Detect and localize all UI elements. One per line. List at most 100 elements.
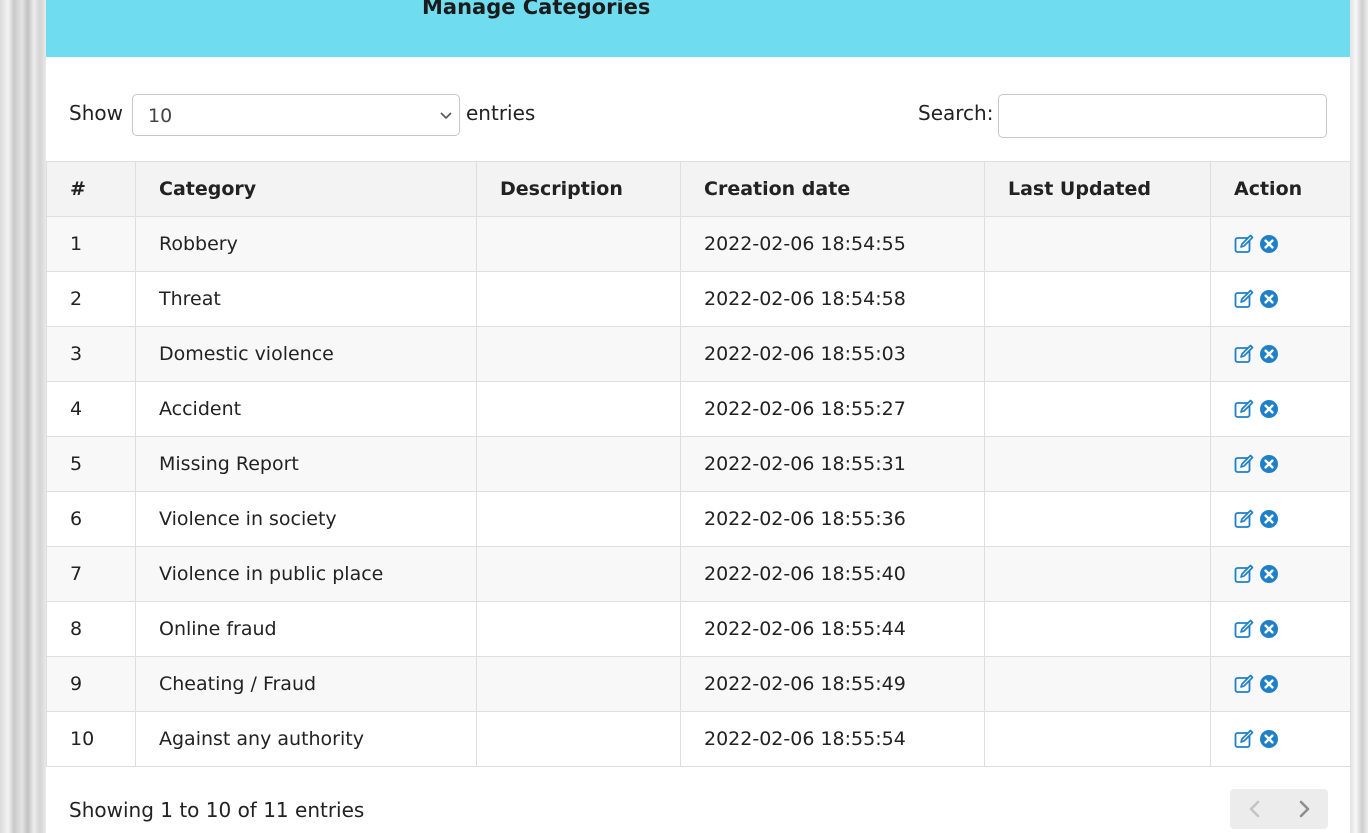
delete-icon[interactable] xyxy=(1259,344,1279,364)
row-number-cell: 2 xyxy=(46,271,136,327)
categories-panel: Manage Categories Show 10 entries Search… xyxy=(46,0,1351,833)
last-updated-cell xyxy=(984,216,1211,272)
action-cell xyxy=(1210,546,1351,602)
table-info: Showing 1 to 10 of 11 entries xyxy=(69,798,365,822)
row-actions xyxy=(1234,564,1350,584)
table-row: 3 Domestic violence 2022-02-06 18:55:03 xyxy=(46,326,1351,382)
creation-date-cell: 2022-02-06 18:55:44 xyxy=(680,601,985,657)
table-row: 10 Against any authority 2022-02-06 18:55:… xyxy=(46,711,1351,767)
category-cell: Violence in public place xyxy=(135,546,477,602)
edit-icon[interactable] xyxy=(1234,289,1254,309)
entries-per-page-select[interactable]: 10 xyxy=(132,94,460,136)
action-cell xyxy=(1210,656,1351,712)
creation-date-cell: 2022-02-06 18:55:54 xyxy=(680,711,985,767)
entries-per-page-value: 10 xyxy=(148,105,173,127)
window-frame-left xyxy=(0,0,46,833)
panel-header: Manage Categories xyxy=(46,0,1350,57)
column-header-last-updated[interactable]: Last Updated xyxy=(984,161,1211,217)
delete-icon[interactable] xyxy=(1259,454,1279,474)
category-cell: Online fraud xyxy=(135,601,477,657)
creation-date-cell: 2022-02-06 18:55:27 xyxy=(680,381,985,437)
category-cell: Against any authority xyxy=(135,711,477,767)
table-row: 7 Violence in public place 2022-02-06 18:5… xyxy=(46,546,1351,602)
last-updated-cell xyxy=(984,436,1211,492)
delete-icon[interactable] xyxy=(1259,289,1279,309)
creation-date-cell: 2022-02-06 18:54:55 xyxy=(680,216,985,272)
delete-icon[interactable] xyxy=(1259,674,1279,694)
page-title: Manage Categories xyxy=(422,0,651,19)
row-number-cell: 5 xyxy=(46,436,136,492)
edit-icon[interactable] xyxy=(1234,399,1254,419)
row-actions xyxy=(1234,399,1350,419)
description-cell xyxy=(476,656,681,712)
creation-date-cell: 2022-02-06 18:55:03 xyxy=(680,326,985,382)
show-label: Show xyxy=(69,101,123,125)
category-cell: Domestic violence xyxy=(135,326,477,382)
edit-icon[interactable] xyxy=(1234,509,1254,529)
creation-date-cell: 2022-02-06 18:55:31 xyxy=(680,436,985,492)
row-actions xyxy=(1234,454,1350,474)
row-number-cell: 7 xyxy=(46,546,136,602)
row-number-cell: 1 xyxy=(46,216,136,272)
delete-icon[interactable] xyxy=(1259,509,1279,529)
edit-icon[interactable] xyxy=(1234,619,1254,639)
row-number-cell: 9 xyxy=(46,656,136,712)
previous-page-button[interactable] xyxy=(1230,789,1279,829)
action-cell xyxy=(1210,601,1351,657)
last-updated-cell xyxy=(984,326,1211,382)
description-cell xyxy=(476,381,681,437)
edit-icon[interactable] xyxy=(1234,729,1254,749)
description-cell xyxy=(476,711,681,767)
category-cell: Missing Report xyxy=(135,436,477,492)
delete-icon[interactable] xyxy=(1259,234,1279,254)
search-label: Search: xyxy=(918,101,994,125)
edit-icon[interactable] xyxy=(1234,344,1254,364)
chevron-left-icon xyxy=(1249,800,1259,818)
row-actions xyxy=(1234,234,1350,254)
table-row: 6 Violence in society 2022-02-06 18:55:36 xyxy=(46,491,1351,547)
row-actions xyxy=(1234,619,1350,639)
table-row: 9 Cheating / Fraud 2022-02-06 18:55:49 xyxy=(46,656,1351,712)
edit-icon[interactable] xyxy=(1234,234,1254,254)
entries-label: entries xyxy=(466,101,536,125)
edit-icon[interactable] xyxy=(1234,454,1254,474)
column-header-description[interactable]: Description xyxy=(476,161,681,217)
column-header-action: Action xyxy=(1210,161,1351,217)
edit-icon[interactable] xyxy=(1234,674,1254,694)
row-actions xyxy=(1234,729,1350,749)
next-page-button[interactable] xyxy=(1279,789,1328,829)
row-actions xyxy=(1234,344,1350,364)
description-cell xyxy=(476,491,681,547)
description-cell xyxy=(476,216,681,272)
action-cell xyxy=(1210,381,1351,437)
delete-icon[interactable] xyxy=(1259,729,1279,749)
table-row: 8 Online fraud 2022-02-06 18:55:44 xyxy=(46,601,1351,657)
description-cell xyxy=(476,436,681,492)
row-number-cell: 6 xyxy=(46,491,136,547)
column-header-number[interactable]: # xyxy=(46,161,136,217)
description-cell xyxy=(476,601,681,657)
chevron-down-icon xyxy=(440,112,452,120)
pagination xyxy=(1230,789,1328,829)
last-updated-cell xyxy=(984,656,1211,712)
last-updated-cell xyxy=(984,381,1211,437)
search-input[interactable] xyxy=(998,94,1327,138)
delete-icon[interactable] xyxy=(1259,399,1279,419)
table-body: 1 Robbery 2022-02-06 18:54:55 2 Threat 2022-0… xyxy=(46,216,1351,767)
row-number-cell: 4 xyxy=(46,381,136,437)
edit-icon[interactable] xyxy=(1234,564,1254,584)
category-cell: Accident xyxy=(135,381,477,437)
row-actions xyxy=(1234,674,1350,694)
row-number-cell: 8 xyxy=(46,601,136,657)
category-cell: Threat xyxy=(135,271,477,327)
description-cell xyxy=(476,271,681,327)
column-header-category[interactable]: Category xyxy=(135,161,477,217)
row-actions xyxy=(1234,509,1350,529)
row-actions xyxy=(1234,289,1350,309)
column-header-creation-date[interactable]: Creation date xyxy=(680,161,985,217)
last-updated-cell xyxy=(984,546,1211,602)
delete-icon[interactable] xyxy=(1259,619,1279,639)
delete-icon[interactable] xyxy=(1259,564,1279,584)
category-cell: Violence in society xyxy=(135,491,477,547)
last-updated-cell xyxy=(984,271,1211,327)
